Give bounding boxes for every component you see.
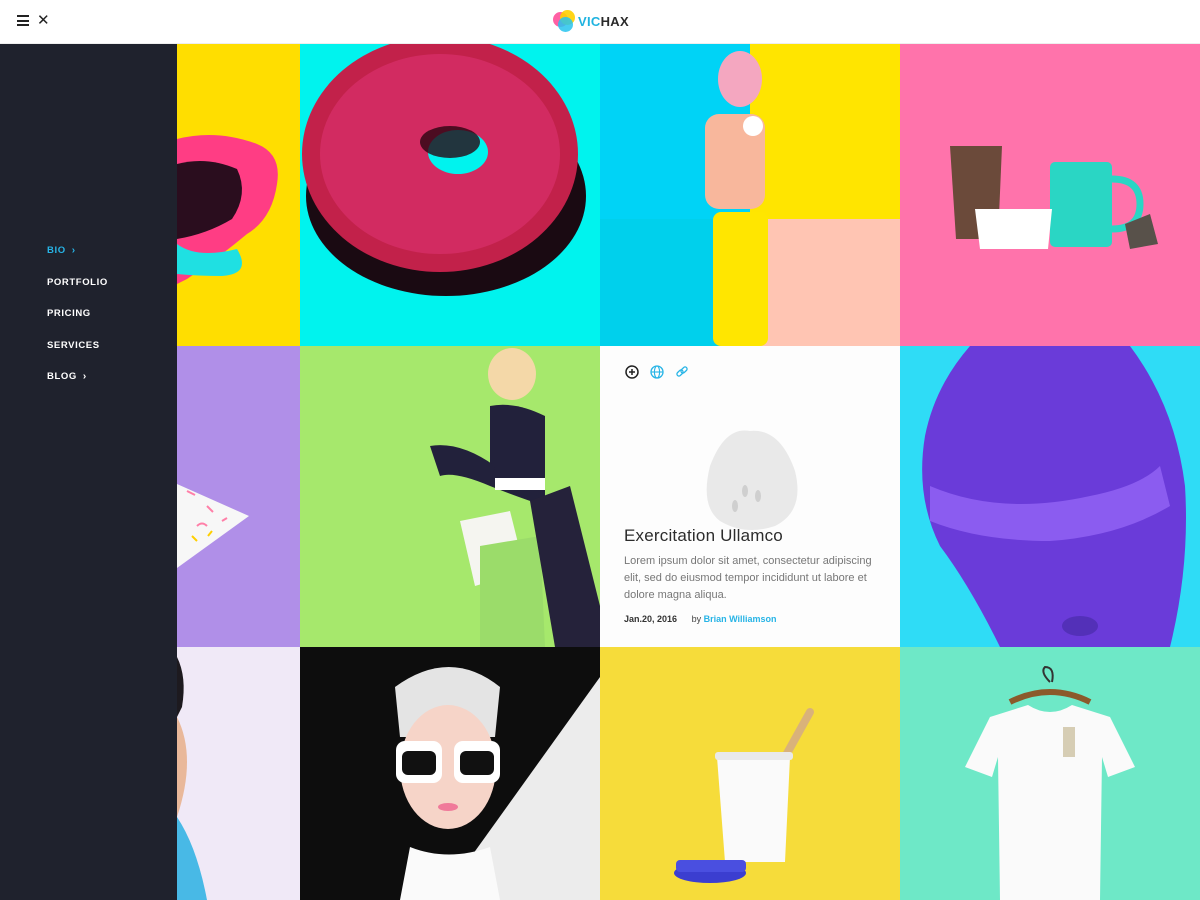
portfolio-grid: Exercitation Ullamco Lorem ipsum dolor s… — [177, 44, 1200, 900]
globe-icon[interactable] — [649, 364, 664, 379]
portfolio-tile-pattern-card[interactable] — [177, 346, 300, 647]
portfolio-tile-sunglasses[interactable] — [177, 44, 300, 346]
donut-image — [302, 44, 586, 296]
portfolio-tile-purple-figure[interactable] — [900, 346, 1200, 647]
portfolio-tile-man[interactable] — [177, 647, 300, 900]
portfolio-tile-coffee-cup[interactable] — [600, 647, 900, 900]
man-image — [177, 657, 207, 900]
portfolio-tile-shopping-girl[interactable] — [300, 346, 600, 647]
sunglasses-image — [177, 135, 278, 284]
portfolio-tile-white-hair-woman[interactable] — [300, 647, 600, 900]
white-hair-woman-image — [395, 667, 600, 900]
top-bar: ✕ VICHAX — [0, 0, 1200, 44]
shopping-girl-image — [430, 348, 600, 647]
portfolio-tile-fashion-model[interactable] — [600, 44, 900, 346]
nav-item-pricing[interactable]: PRICING — [47, 308, 108, 340]
post-title[interactable]: Exercitation Ullamco — [624, 526, 783, 546]
tshirt-image — [965, 665, 1135, 900]
nav-item-portfolio[interactable]: PORTFOLIO — [47, 277, 108, 309]
close-icon[interactable]: ✕ — [37, 13, 50, 28]
portfolio-tile-mugs[interactable] — [900, 44, 1200, 346]
hamburger-icon[interactable] — [17, 15, 29, 26]
portfolio-tile-tshirt[interactable] — [900, 647, 1200, 900]
mugs-image — [950, 146, 1158, 249]
nav-item-blog[interactable]: BLOG › — [47, 371, 108, 403]
pattern-card-image — [177, 484, 249, 568]
logo-mark-icon — [553, 10, 575, 32]
post-by-label: by — [691, 614, 702, 624]
post-date: Jan.20, 2016 — [624, 614, 678, 624]
post-action-icons — [624, 364, 689, 379]
chevron-right-icon: › — [71, 245, 76, 256]
portfolio-tile-donut[interactable] — [300, 44, 600, 346]
post-meta: Jan.20, 2016 by Brian Williamson — [624, 614, 777, 624]
blog-post-card[interactable]: Exercitation Ullamco Lorem ipsum dolor s… — [600, 346, 900, 647]
nav-item-services[interactable]: SERVICES — [47, 340, 108, 372]
logo-text: VICHAX — [578, 13, 629, 29]
link-icon[interactable] — [674, 364, 689, 379]
sidebar — [0, 44, 177, 900]
chevron-right-icon: › — [82, 371, 87, 382]
sidebar-nav: BIO › PORTFOLIO PRICING SERVICES BLOG › — [47, 245, 108, 403]
nav-item-bio[interactable]: BIO › — [47, 245, 108, 277]
purple-figure-image — [922, 346, 1186, 647]
post-author-link[interactable]: Brian Williamson — [704, 614, 777, 624]
fashion-model-image — [600, 44, 900, 346]
logo[interactable]: VICHAX — [553, 9, 629, 33]
plus-circle-icon[interactable] — [624, 364, 639, 379]
coffee-cup-image — [674, 708, 814, 883]
post-excerpt: Lorem ipsum dolor sit amet, consectetur … — [624, 555, 872, 601]
